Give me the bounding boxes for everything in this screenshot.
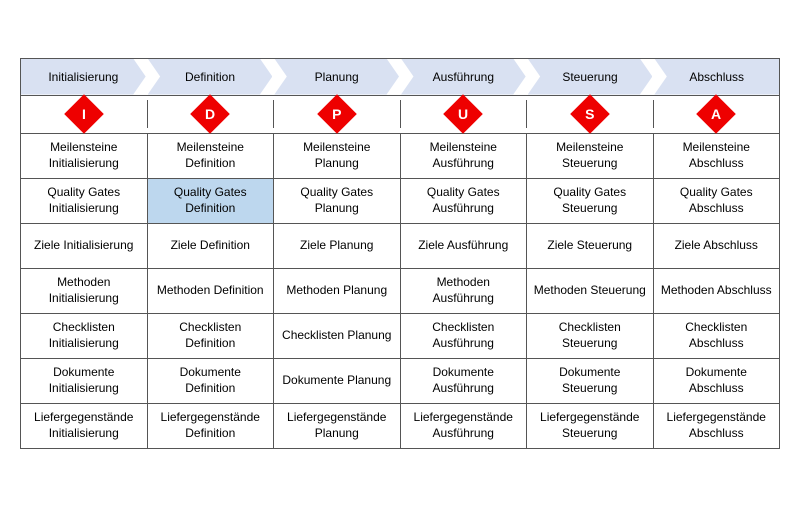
data-cell[interactable]: Meilensteine Abschluss (654, 134, 780, 178)
phase-arrow-s: Steuerung (528, 59, 653, 95)
diamond-cell-a: A (654, 100, 780, 128)
data-cell[interactable]: Dokumente Ausführung (401, 359, 528, 403)
phase-letter-a: A (711, 106, 721, 122)
data-cell[interactable]: Checklisten Definition (148, 314, 275, 358)
phase-letter-d: D (205, 106, 215, 122)
phase-arrow-d: Definition (148, 59, 273, 95)
table-row: Liefergegen­stände InitialisierungLiefer… (21, 404, 779, 448)
data-cell[interactable]: Liefergegen­stände Ausführung (401, 404, 528, 448)
data-cell[interactable]: Checklisten Planung (274, 314, 401, 358)
data-cell[interactable]: Quality Gates Abschluss (654, 179, 780, 223)
data-cell[interactable]: Dokumente Steuerung (527, 359, 654, 403)
data-cell[interactable]: Meilensteine Definition (148, 134, 275, 178)
data-cell[interactable]: Methoden Definition (148, 269, 275, 313)
table-row: Ziele InitialisierungZiele DefinitionZie… (21, 224, 779, 269)
data-cell[interactable]: Dokumente Definition (148, 359, 275, 403)
data-cell[interactable]: Dokumente Abschluss (654, 359, 780, 403)
table-row: Dokumente InitialisierungDokumente Defin… (21, 359, 779, 404)
data-cell[interactable]: Liefergegen­stände Planung (274, 404, 401, 448)
diamond-row: IDPUSA (21, 96, 779, 134)
data-cell[interactable]: Meilensteine Planung (274, 134, 401, 178)
data-cell[interactable]: Quality Gates Initialisierung (21, 179, 148, 223)
phase-arrow-p: Planung (274, 59, 399, 95)
data-cell[interactable]: Ziele Steuerung (527, 224, 654, 268)
data-cell[interactable]: Methoden Planung (274, 269, 401, 313)
diamond-cell-i: I (21, 100, 148, 128)
data-cell[interactable]: Methoden Initialisierung (21, 269, 148, 313)
data-cell[interactable]: Liefergegen­stände Initialisierung (21, 404, 148, 448)
data-cell[interactable]: Meilensteine Ausführung (401, 134, 528, 178)
data-cell[interactable]: Meilensteine Initialisierung (21, 134, 148, 178)
table-row: Checklisten InitialisierungChecklisten D… (21, 314, 779, 359)
phase-header-row: InitialisierungDefinitionPlanungAusführu… (21, 59, 779, 96)
data-cell[interactable]: Checklisten Initialisierung (21, 314, 148, 358)
diamond-shape-p: P (317, 94, 357, 134)
data-cell[interactable]: Dokumente Initialisierung (21, 359, 148, 403)
diamond-cell-u: U (401, 100, 528, 128)
phase-arrow-u: Ausführung (401, 59, 526, 95)
table-row: Methoden InitialisierungMethoden Definit… (21, 269, 779, 314)
data-cell[interactable]: Methoden Steuerung (527, 269, 654, 313)
data-cell[interactable]: Quality Gates Steuerung (527, 179, 654, 223)
data-cell[interactable]: Checklisten Abschluss (654, 314, 780, 358)
data-cell[interactable]: Methoden Abschluss (654, 269, 780, 313)
data-cell[interactable]: Ziele Abschluss (654, 224, 780, 268)
diamond-cell-p: P (274, 100, 401, 128)
diamond-shape-s: S (570, 94, 610, 134)
data-cell[interactable]: Checklisten Steuerung (527, 314, 654, 358)
phase-letter-p: P (332, 106, 341, 122)
data-cell[interactable]: Methoden Ausführung (401, 269, 528, 313)
data-cell[interactable]: Liefergegen­stände Definition (148, 404, 275, 448)
diamond-cell-d: D (148, 100, 275, 128)
data-cell[interactable]: Meilensteine Steuerung (527, 134, 654, 178)
data-cell[interactable]: Liefergegen­stände Steuerung (527, 404, 654, 448)
main-table: InitialisierungDefinitionPlanungAusführu… (20, 58, 780, 449)
data-cell[interactable]: Quality Gates Definition (148, 179, 275, 223)
table-row: Quality Gates InitialisierungQuality Gat… (21, 179, 779, 224)
table-row: Meilensteine InitialisierungMeilensteine… (21, 134, 779, 179)
data-cell[interactable]: Quality Gates Planung (274, 179, 401, 223)
diamond-cell-s: S (527, 100, 654, 128)
diamond-shape-i: I (64, 94, 104, 134)
phase-letter-i: I (82, 106, 86, 122)
data-cell[interactable]: Ziele Definition (148, 224, 275, 268)
diamond-shape-u: U (443, 94, 483, 134)
phase-letter-u: U (458, 106, 468, 122)
data-cell[interactable]: Checklisten Ausführung (401, 314, 528, 358)
diamond-shape-d: D (190, 94, 230, 134)
diamond-shape-a: A (696, 94, 736, 134)
data-cell[interactable]: Ziele Ausführung (401, 224, 528, 268)
phase-arrow-a: Abschluss (654, 59, 779, 95)
data-cell[interactable]: Ziele Initialisierung (21, 224, 148, 268)
phase-arrow-i: Initialisierung (21, 59, 146, 95)
data-cell[interactable]: Quality Gates Ausführung (401, 179, 528, 223)
data-cell[interactable]: Dokumente Planung (274, 359, 401, 403)
phase-letter-s: S (585, 106, 594, 122)
data-cell[interactable]: Ziele Planung (274, 224, 401, 268)
data-cell[interactable]: Liefergegen­stände Abschluss (654, 404, 780, 448)
